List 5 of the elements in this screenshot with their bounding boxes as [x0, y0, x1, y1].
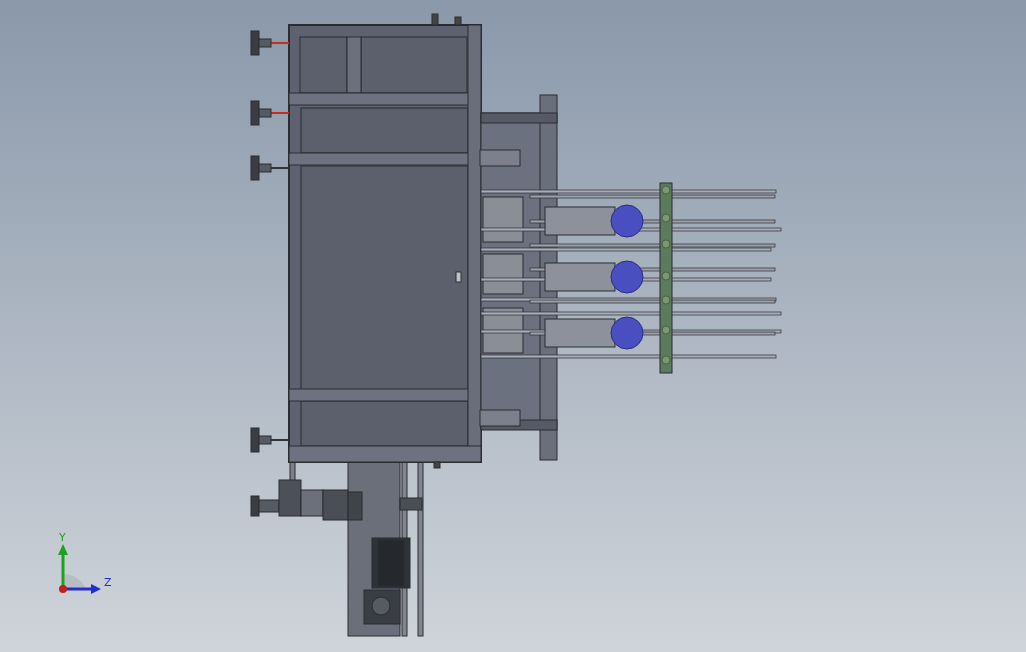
graphics-viewport[interactable]: Y Z — [0, 0, 1026, 652]
axis-label: Y — [59, 531, 66, 544]
origin-dot — [59, 585, 67, 593]
triad-quadrant — [63, 574, 86, 589]
axis-label: Z — [104, 576, 112, 589]
